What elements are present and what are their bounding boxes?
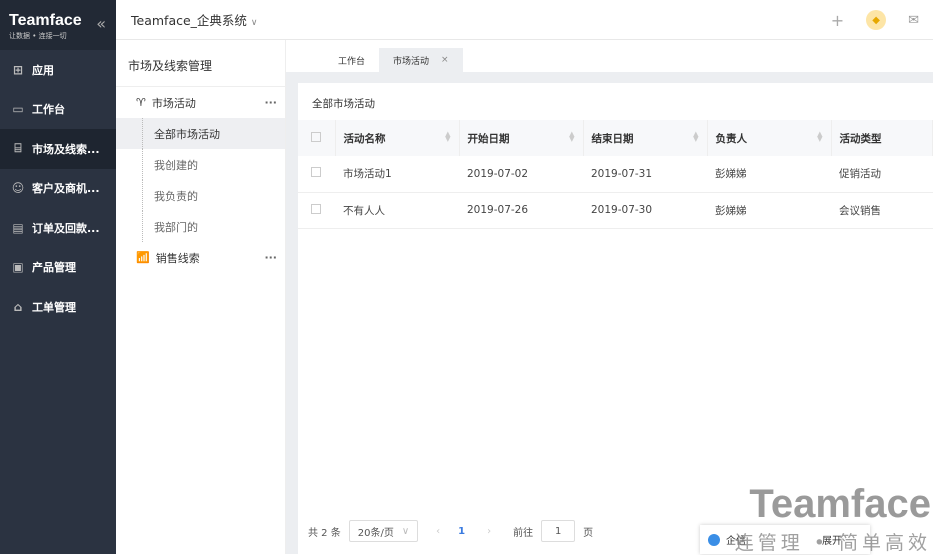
top-bar: Teamface_企典系统 ∨ + ◆ ✉: [116, 0, 933, 40]
chevron-down-icon: ∨: [401, 525, 410, 537]
header-label: 负责人: [715, 132, 748, 145]
label: 工单管理: [32, 300, 76, 314]
sidebar-item-customers[interactable]: ☺ 客户及商机...: [0, 169, 116, 209]
submenu: 市场及线索管理 ♈ 市场活动 ··· 全部市场活动 我创建的 我负责的 我部门的 📶…: [116, 40, 286, 554]
header-label: 结束日期: [591, 132, 634, 145]
order-icon: ▤: [12, 220, 24, 235]
table-row[interactable]: 不有人人 2019-07-26 2019-07-30 彭娣娣 会议销售: [298, 192, 933, 229]
label: 产品管理: [32, 261, 76, 275]
mail-icon[interactable]: ✉: [908, 13, 919, 28]
plus-icon[interactable]: +: [831, 11, 844, 30]
chat-icon: [708, 533, 720, 546]
submenu-item-responsible[interactable]: 我负责的: [116, 180, 285, 211]
current-page[interactable]: 1: [458, 526, 465, 537]
monitor-icon: ▭: [12, 102, 24, 117]
users-icon: ☺: [11, 181, 25, 196]
column-header[interactable]: 活动名称 ▲ ▼: [335, 120, 460, 156]
tab-workbench[interactable]: 工作台: [324, 48, 379, 72]
group-sales-leads[interactable]: 📶 销售线索 ···: [116, 242, 285, 273]
goto-label: 前往: [513, 527, 534, 539]
tab-label: 市场活动: [393, 56, 430, 67]
cell-type: 促销活动: [831, 156, 933, 193]
cell-start: 2019-07-26: [459, 192, 583, 229]
tab-label: 工作台: [338, 56, 366, 67]
sidebar-item-apps[interactable]: ⊞ 应用: [0, 50, 116, 90]
label: 市场及线索...: [32, 142, 100, 156]
select-all[interactable]: [298, 120, 336, 156]
sidebar-item-workbench[interactable]: ▭ 工作台: [0, 90, 116, 130]
prev-page-icon[interactable]: ‹: [436, 526, 440, 537]
submenu-item-department[interactable]: 我部门的: [116, 211, 285, 242]
store-icon: ⌸: [14, 141, 22, 156]
header-label: 活动名称: [343, 132, 386, 145]
cell-name[interactable]: 市场活动1: [335, 156, 459, 193]
header-label: 活动类型: [839, 132, 882, 145]
next-page-icon[interactable]: ›: [487, 526, 491, 537]
column-header[interactable]: 开始日期 ▲ ▼: [459, 120, 584, 156]
column-header[interactable]: 活动类型: [831, 120, 933, 156]
sidebar-item-market[interactable]: ⌸ 市场及线索...: [0, 129, 116, 169]
chevron-down-icon: ∨: [250, 18, 258, 28]
trophy-icon: ♈: [136, 96, 146, 109]
group-label: 市场活动: [151, 96, 196, 110]
table-header: 活动名称 ▲ ▼ 开始日期 ▲ ▼ 结束日期 ▲ ▼ 负责人 ▲ ▼ 活动类型: [298, 120, 933, 156]
data-table: 活动名称 ▲ ▼ 开始日期 ▲ ▼ 结束日期 ▲ ▼ 负责人 ▲ ▼ 活动类型 市场活动1 20…: [298, 120, 933, 229]
cell-type: 会议销售: [831, 192, 933, 229]
submenu-title: 市场及线索管理: [116, 40, 285, 87]
cell-end: 2019-07-31: [583, 156, 707, 193]
submenu-item-created[interactable]: 我创建的: [116, 149, 285, 180]
cell-start: 2019-07-02: [459, 156, 583, 193]
company-name: Teamface_企典系统: [131, 13, 247, 28]
header-label: 开始日期: [467, 132, 510, 145]
tab-bar: 工作台 市场活动 ×: [286, 40, 933, 72]
sidebar-item-tickets[interactable]: ⌂ 工单管理: [0, 287, 116, 327]
more-icon[interactable]: ···: [264, 251, 277, 264]
group-market-activity[interactable]: ♈ 市场活动 ···: [116, 87, 285, 118]
page-suffix: 页: [583, 527, 594, 539]
page-size-value: 20条/页: [357, 527, 394, 539]
group-label: 销售线索: [155, 251, 200, 265]
close-icon[interactable]: ×: [441, 55, 449, 65]
goto-input[interactable]: 1: [541, 520, 576, 542]
tag-icon[interactable]: ◆: [866, 10, 887, 30]
watermark-slogan: 连管理 • 简单高效: [734, 532, 931, 554]
total-count: 共 2 条: [308, 527, 341, 539]
logo: Teamface 让数据 • 连接一切 «: [0, 0, 116, 50]
watermark-title: Teamface: [749, 482, 931, 526]
cell-owner: 彭娣娣: [707, 156, 831, 193]
sort-icon[interactable]: ▲ ▼: [445, 131, 450, 143]
grid-icon: ⊞: [12, 62, 24, 77]
product-icon: ▣: [12, 260, 24, 275]
sort-icon[interactable]: ▲ ▼: [817, 131, 822, 143]
checkbox[interactable]: [311, 131, 321, 142]
collapse-icon[interactable]: «: [96, 14, 106, 33]
ticket-icon: ⌂: [13, 299, 23, 314]
page-size-select[interactable]: 20条/页 ∨: [348, 520, 419, 542]
label: 订单及回款...: [32, 221, 100, 235]
label: 客户及商机...: [32, 182, 100, 196]
checkbox[interactable]: [311, 167, 321, 178]
sidebar-item-products[interactable]: ▣ 产品管理: [0, 248, 116, 288]
label: 工作台: [32, 103, 65, 117]
company-switcher[interactable]: Teamface_企典系统 ∨: [131, 10, 258, 29]
label: 应用: [32, 63, 54, 77]
card-title: 全部市场活动: [312, 98, 375, 110]
column-header[interactable]: 结束日期 ▲ ▼: [583, 120, 708, 156]
more-icon[interactable]: ···: [264, 96, 277, 109]
sidebar-item-orders[interactable]: ▤ 订单及回款...: [0, 208, 116, 248]
cell-owner: 彭娣娣: [707, 192, 831, 229]
submenu-item-all[interactable]: 全部市场活动: [116, 118, 285, 149]
sidebar: Teamface 让数据 • 连接一切 « ⊞ 应用 ▭ 工作台 ⌸ 市场及线索...…: [0, 0, 116, 554]
chart-icon: 📶: [136, 251, 150, 264]
sort-icon[interactable]: ▲ ▼: [569, 131, 574, 143]
cell-name[interactable]: 不有人人: [335, 192, 459, 229]
checkbox[interactable]: [311, 203, 321, 214]
main-area: 工作台 市场活动 × 全部市场活动 活动名称 ▲ ▼ 开始日期 ▲ ▼ 结束日期 ▲ ▼ 负责…: [286, 40, 933, 554]
column-header[interactable]: 负责人 ▲ ▼: [707, 120, 832, 156]
table-row[interactable]: 市场活动1 2019-07-02 2019-07-31 彭娣娣 促销活动: [298, 156, 933, 193]
tab-market-activity[interactable]: 市场活动 ×: [379, 48, 463, 72]
cell-end: 2019-07-30: [583, 192, 707, 229]
sort-icon[interactable]: ▲ ▼: [693, 131, 698, 143]
